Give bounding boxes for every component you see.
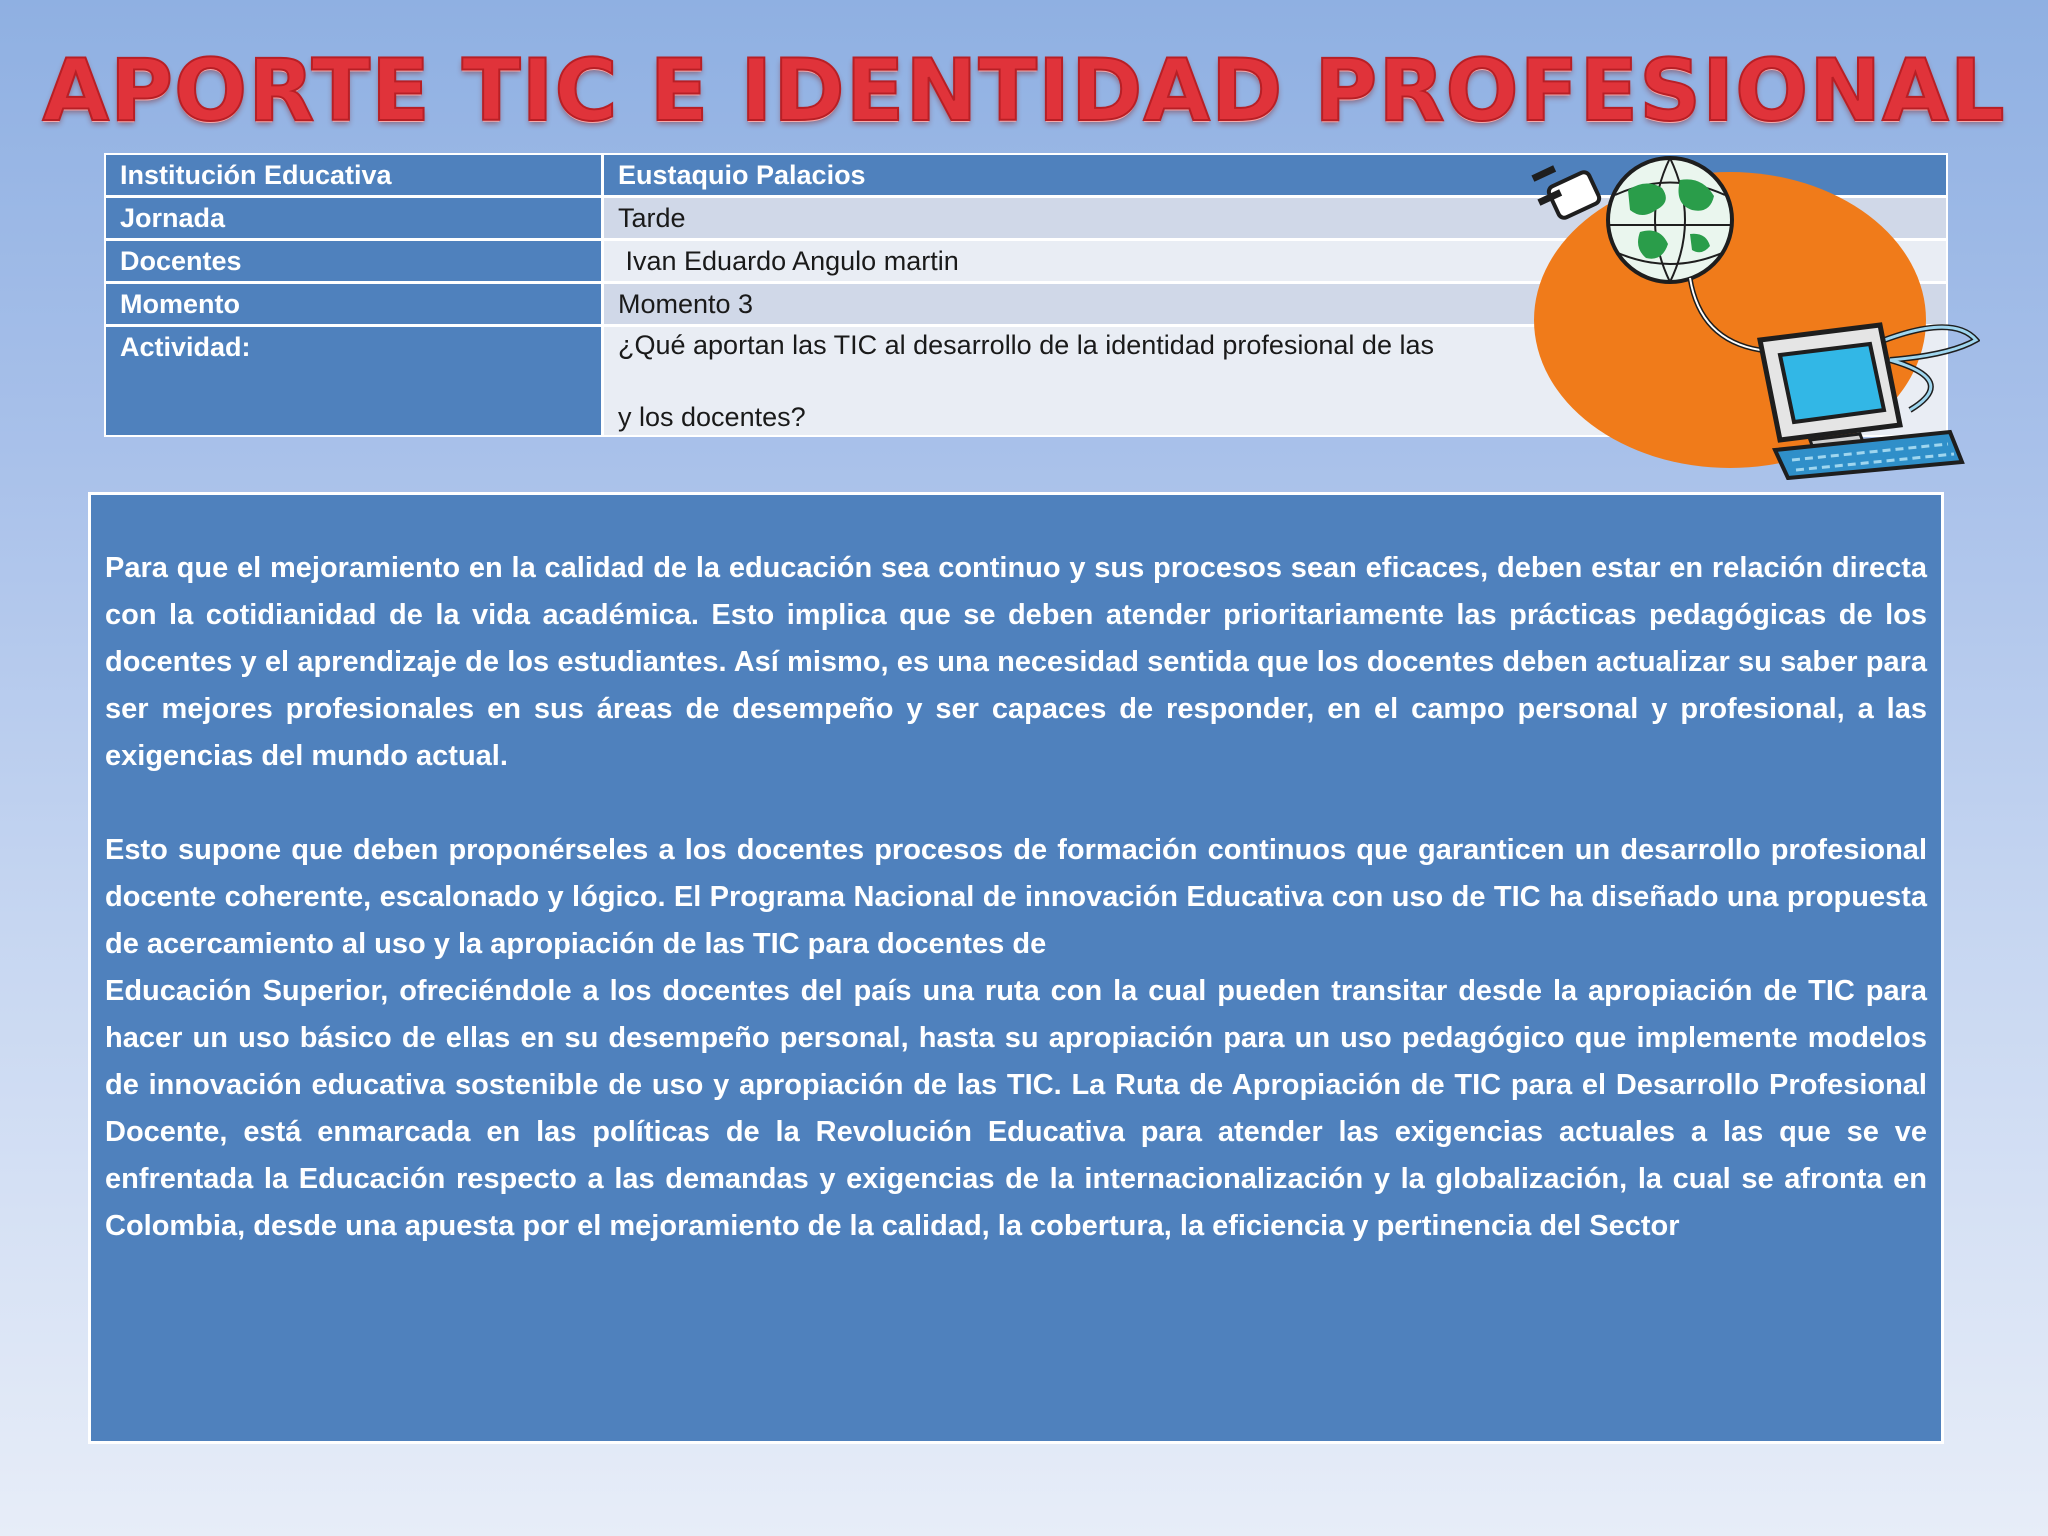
plug-shape [1531, 165, 1602, 220]
row-label: Actividad: [106, 327, 604, 435]
globe-computer-icon [1531, 156, 1980, 480]
row-label: Institución Educativa [106, 155, 604, 195]
paragraph-1: Para que el mejoramiento en la calidad d… [105, 552, 1927, 772]
row-label: Docentes [106, 241, 604, 281]
globe-shape [1606, 156, 1734, 284]
paragraph-2: Esto supone que deben proponérseles a lo… [105, 827, 1927, 1250]
paragraph-2-part-a: Esto supone que deben proponérseles a lo… [105, 834, 1927, 960]
row-label: Jornada [106, 198, 604, 238]
content-box: Para que el mejoramiento en la calidad d… [88, 492, 1944, 1444]
paragraph-2-part-b: Educación Superior, ofreciéndole a los d… [105, 975, 1927, 1242]
row-label: Momento [106, 284, 604, 324]
slide-title: APORTE TIC E IDENTIDAD PROFESIONAL [41, 40, 2006, 142]
monitor-shape [1757, 322, 1903, 458]
